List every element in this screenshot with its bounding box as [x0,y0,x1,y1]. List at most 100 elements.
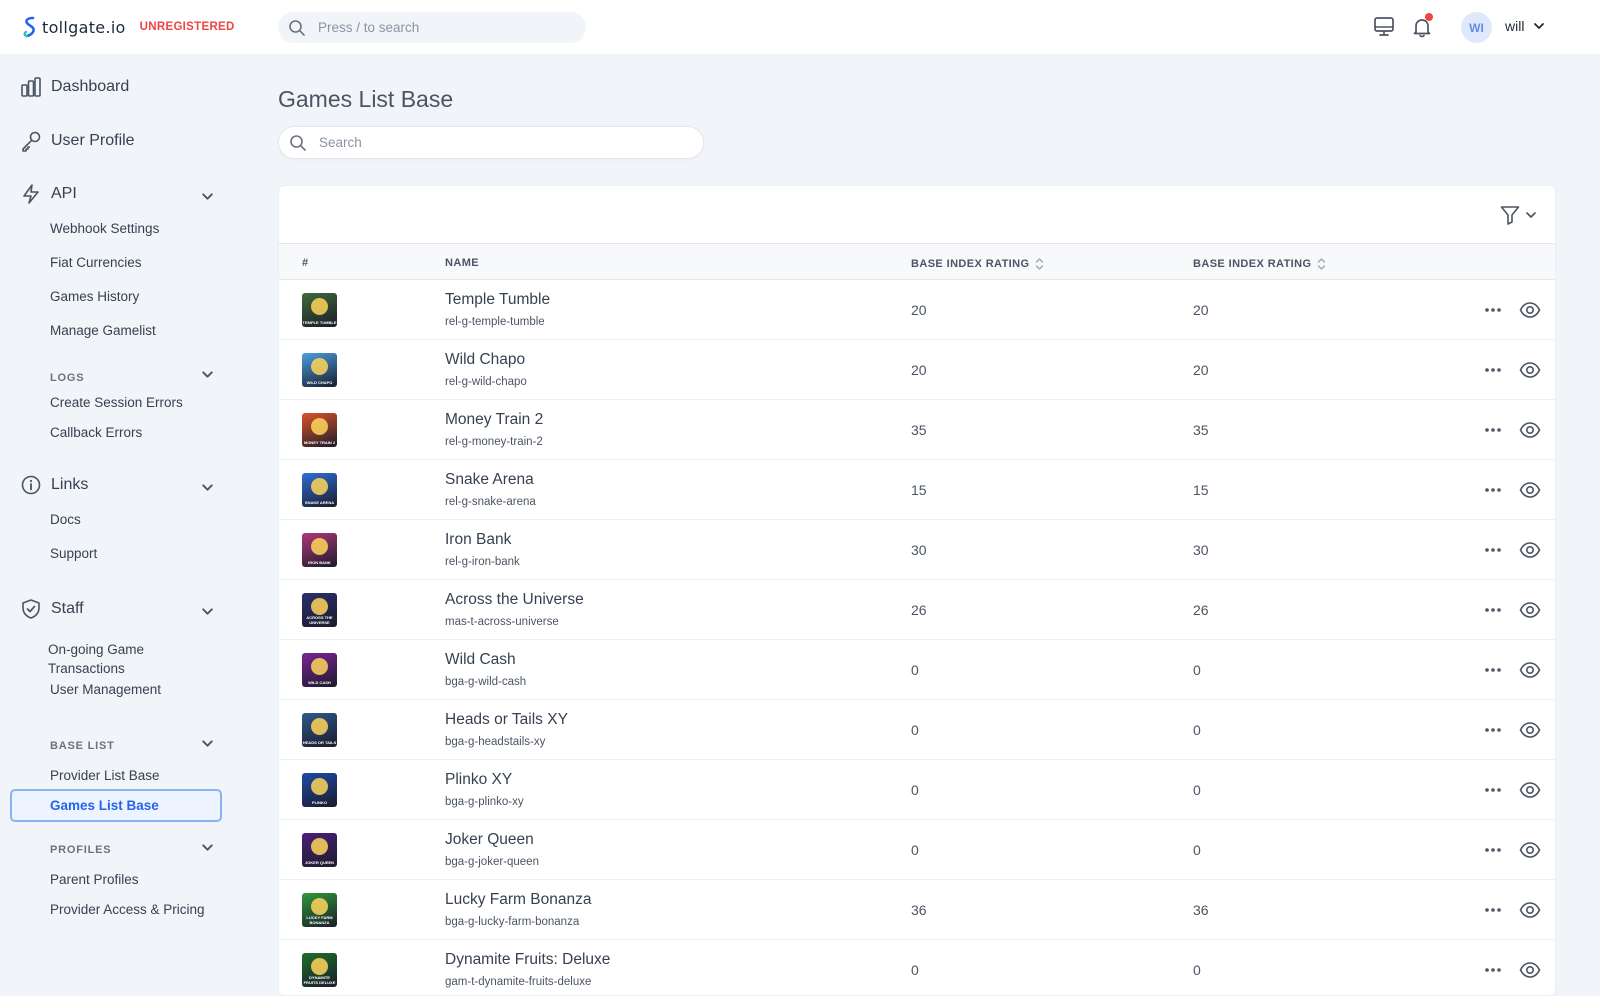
sidebar-item-games-history[interactable]: Games History [50,287,139,306]
game-name[interactable]: Plinko XY [445,771,512,789]
more-options-icon[interactable] [1483,840,1503,860]
search-icon [290,134,306,151]
more-options-icon[interactable] [1483,720,1503,740]
game-slug: gam-t-dynamite-fruits-deluxe [445,976,592,988]
table-row[interactable]: PLINKO Plinko XY bga-g-plinko-xy 0 0 [279,760,1555,820]
game-name[interactable]: Joker Queen [445,831,534,849]
sidebar-item-links[interactable]: Links [20,474,88,496]
eye-icon[interactable] [1519,479,1541,501]
games-search[interactable] [278,126,704,159]
game-name[interactable]: Wild Chapo [445,351,525,369]
game-name[interactable]: Temple Tumble [445,291,550,309]
game-name[interactable]: Lucky Farm Bonanza [445,891,591,909]
thumbnail-art [311,778,328,795]
eye-icon[interactable] [1519,419,1541,441]
sidebar-item-create-session-errors[interactable]: Create Session Errors [50,393,183,412]
brand-logo[interactable]: tollgate.io UNREGISTERED [22,16,235,38]
username[interactable]: will [1505,18,1524,34]
chevron-down-icon[interactable] [1533,20,1545,32]
game-name[interactable]: Dynamite Fruits: Deluxe [445,951,610,969]
table-row[interactable]: MONEY TRAIN 2 Money Train 2 rel-g-money-tr… [279,400,1555,460]
eye-icon[interactable] [1519,899,1541,921]
table-row[interactable]: DYNAMITE FRUITS DELUXE Dynamite Fruits: D… [279,940,1555,995]
sidebar-item-api[interactable]: API [20,183,77,205]
sidebar-group-logs[interactable]: LOGS [50,372,84,384]
table-row[interactable]: HEADS OR TAILS Heads or Tails XY bga-g-hea… [279,700,1555,760]
more-options-icon[interactable] [1483,900,1503,920]
eye-icon[interactable] [1519,299,1541,321]
eye-icon[interactable] [1519,839,1541,861]
sidebar-item-provider-list-base[interactable]: Provider List Base [50,766,160,785]
global-search-input[interactable] [318,20,558,35]
chevron-down-icon[interactable] [201,368,214,381]
game-name[interactable]: Wild Cash [445,651,516,669]
game-name[interactable]: Heads or Tails XY [445,711,568,729]
shield-check-icon [22,599,40,619]
eye-icon[interactable] [1519,719,1541,741]
more-options-icon[interactable] [1483,660,1503,680]
sidebar-item-user-management[interactable]: User Management [50,680,161,699]
sidebar-item-staff[interactable]: Staff [20,598,84,620]
chevron-down-icon[interactable] [201,737,214,750]
sidebar-item-callback-errors[interactable]: Callback Errors [50,423,142,442]
sidebar-item-ongoing-game-transactions[interactable]: On-going Game Transactions [48,640,178,678]
monitor-button[interactable] [1372,15,1396,39]
more-options-icon[interactable] [1483,540,1503,560]
eye-icon[interactable] [1519,359,1541,381]
sidebar-item-games-list-base[interactable]: Games List Base [10,789,222,822]
more-options-icon[interactable] [1483,420,1503,440]
table-row[interactable]: WILD CHAPO Wild Chapo rel-g-wild-chapo 20 20 [279,340,1555,400]
eye-icon[interactable] [1519,659,1541,681]
more-options-icon[interactable] [1483,480,1503,500]
avatar[interactable]: WI [1461,12,1492,43]
sidebar-group-base-list[interactable]: BASE LIST [50,740,115,752]
registration-badge: UNREGISTERED [139,21,235,33]
table-row[interactable]: ACROSS THE UNIVERSE Across the Universe ma… [279,580,1555,640]
chevron-down-icon[interactable] [201,481,214,494]
table-row[interactable]: LUCKY FARM BONANZA Lucky Farm Bonanza bga-… [279,880,1555,940]
sidebar-item-manage-gamelist[interactable]: Manage Gamelist [50,321,156,340]
game-name[interactable]: Iron Bank [445,531,511,549]
game-name[interactable]: Across the Universe [445,591,584,609]
global-search[interactable] [278,12,586,43]
chevron-down-icon[interactable] [201,605,214,618]
base-index-rating: 15 [1193,482,1209,498]
column-header-base-index-rating[interactable]: BASE INDEX RATING [911,257,1044,271]
thumbnail-art [311,958,328,975]
base-index-rating: 0 [1193,722,1201,738]
more-options-icon[interactable] [1483,600,1503,620]
eye-icon[interactable] [1519,599,1541,621]
sidebar-item-support[interactable]: Support [50,544,97,563]
game-slug: rel-g-wild-chapo [445,376,527,388]
table-row[interactable]: TEMPLE TUMBLE Temple Tumble rel-g-temple-t… [279,280,1555,340]
more-options-icon[interactable] [1483,780,1503,800]
sidebar-item-fiat-currencies[interactable]: Fiat Currencies [50,253,142,272]
base-index-rating: 36 [1193,902,1209,918]
game-name[interactable]: Snake Arena [445,471,534,489]
more-options-icon[interactable] [1483,360,1503,380]
more-options-icon[interactable] [1483,300,1503,320]
games-search-input[interactable] [319,135,679,150]
sidebar-item-webhook-settings[interactable]: Webhook Settings [50,219,159,238]
table-row[interactable]: SNAKE ARENA Snake Arena rel-g-snake-arena 1… [279,460,1555,520]
sidebar-item-dashboard[interactable]: Dashboard [20,76,129,98]
sidebar-item-user-profile[interactable]: User Profile [20,130,135,152]
thumbnail-art [311,478,328,495]
more-options-icon[interactable] [1483,960,1503,980]
column-header-name[interactable]: NAME [445,257,479,269]
filter-button[interactable] [1499,204,1537,226]
chevron-down-icon[interactable] [201,190,214,203]
sidebar-item-docs[interactable]: Docs [50,510,81,529]
sort-icon[interactable] [1035,257,1044,271]
eye-icon[interactable] [1519,959,1541,981]
table-row[interactable]: JOKER QUEEN Joker Queen bga-g-joker-queen 0… [279,820,1555,880]
game-name[interactable]: Money Train 2 [445,411,543,429]
table-row[interactable]: WILD CASH Wild Cash bga-g-wild-cash 0 0 [279,640,1555,700]
sort-icon[interactable] [1317,257,1326,271]
filter-icon [1500,206,1520,225]
table-row[interactable]: IRON BANK Iron Bank rel-g-iron-bank 30 30 [279,520,1555,580]
notifications-button[interactable] [1410,13,1434,39]
eye-icon[interactable] [1519,539,1541,561]
column-header-base-index-rating[interactable]: BASE INDEX RATING [1193,257,1326,271]
eye-icon[interactable] [1519,779,1541,801]
